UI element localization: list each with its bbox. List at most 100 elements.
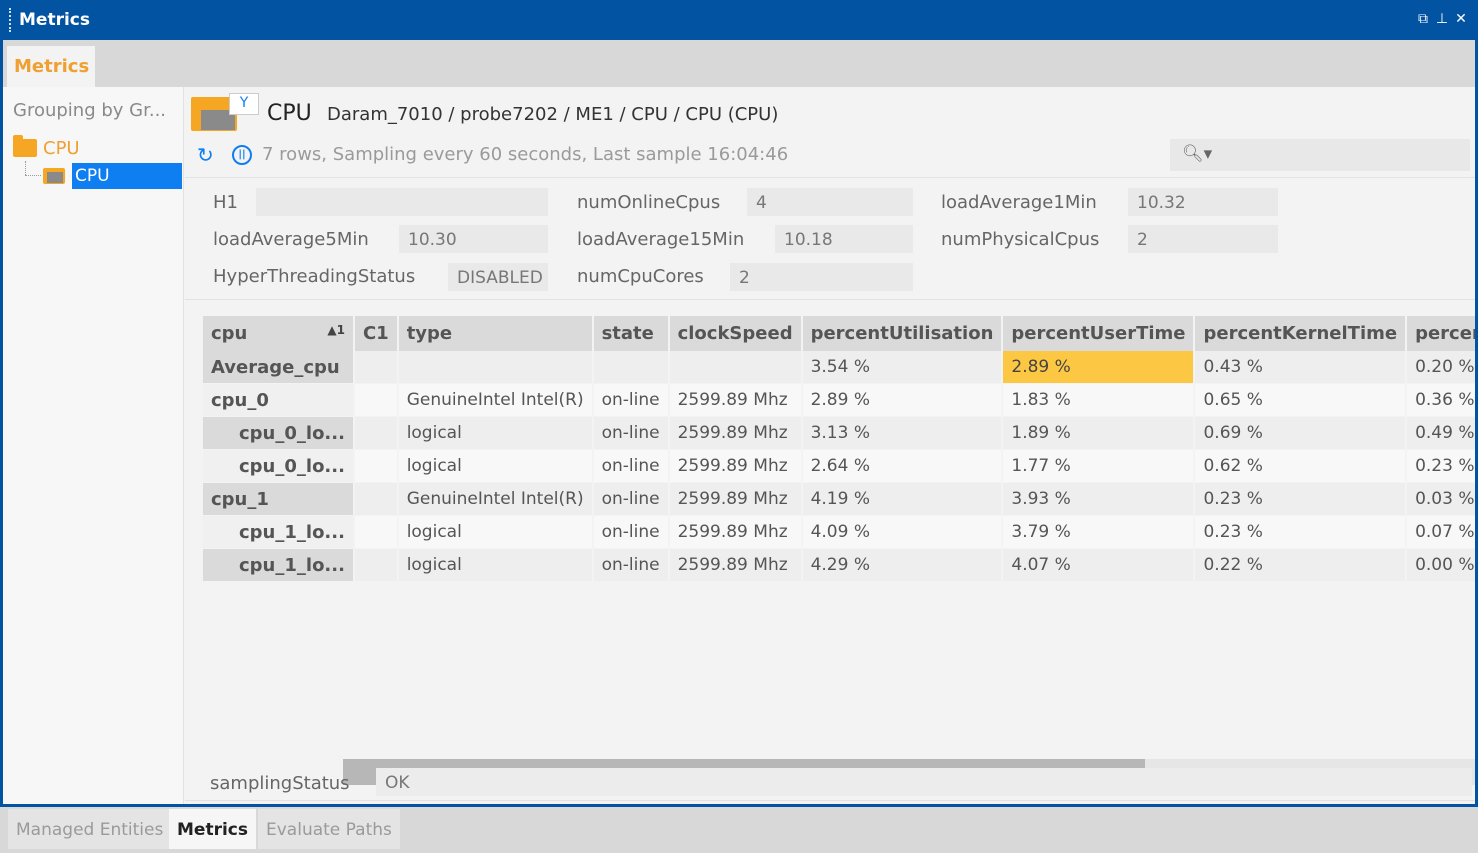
table-cell-highlighted[interactable]: 2.89 % bbox=[1003, 351, 1196, 384]
row-header[interactable]: cpu_0_lo... bbox=[203, 417, 355, 450]
table-cell[interactable]: 0.23 % bbox=[1407, 450, 1475, 483]
table-cell[interactable]: 2599.89 Mhz bbox=[669, 516, 803, 549]
table-cell[interactable]: logical bbox=[398, 450, 594, 483]
table-cell[interactable]: 0.23 % bbox=[1195, 483, 1408, 516]
table-cell[interactable]: on-line bbox=[593, 384, 670, 417]
table-row[interactable]: cpu_0_lo... logical on-line 2599.89 Mhz … bbox=[203, 417, 1475, 450]
table-cell[interactable] bbox=[354, 351, 399, 384]
column-header-percentKernelTime[interactable]: percentKernelTime bbox=[1195, 316, 1408, 351]
table-cell[interactable]: 0.03 % bbox=[1407, 483, 1475, 516]
table-cell[interactable]: 1.83 % bbox=[1003, 384, 1196, 417]
column-header-type[interactable]: type bbox=[398, 316, 594, 351]
table-cell[interactable]: 0.07 % bbox=[1407, 516, 1475, 549]
table-cell[interactable]: 2599.89 Mhz bbox=[669, 549, 803, 582]
column-header-state[interactable]: state bbox=[593, 316, 670, 351]
column-header-c1[interactable]: C1 bbox=[354, 316, 399, 351]
table-cell[interactable]: on-line bbox=[593, 483, 670, 516]
window-title: Metrics bbox=[19, 10, 90, 30]
table-cell[interactable]: GenuineIntel Intel(R) bbox=[398, 384, 594, 417]
table-cell[interactable]: logical bbox=[398, 516, 594, 549]
table-cell[interactable]: 0.43 % bbox=[1195, 351, 1408, 384]
table-cell[interactable]: 0.20 % bbox=[1407, 351, 1475, 384]
table-cell[interactable]: 3.93 % bbox=[1003, 483, 1196, 516]
table-cell[interactable]: 2599.89 Mhz bbox=[669, 450, 803, 483]
table-cell[interactable] bbox=[354, 417, 399, 450]
pause-icon[interactable]: || bbox=[232, 145, 252, 165]
table-row[interactable]: cpu_1_lo... logical on-line 2599.89 Mhz … bbox=[203, 549, 1475, 582]
table-row[interactable]: cpu_1_lo... logical on-line 2599.89 Mhz … bbox=[203, 516, 1475, 549]
row-header[interactable]: Average_cpu bbox=[203, 351, 355, 384]
table-cell[interactable]: 2.64 % bbox=[802, 450, 1004, 483]
refresh-icon[interactable]: ↻ bbox=[197, 145, 217, 165]
table-cell[interactable] bbox=[354, 384, 399, 417]
table-cell[interactable]: logical bbox=[398, 417, 594, 450]
table-cell[interactable] bbox=[354, 516, 399, 549]
table-cell[interactable]: GenuineIntel Intel(R) bbox=[398, 483, 594, 516]
tab-managed-entities[interactable]: Managed Entities bbox=[8, 809, 172, 849]
row-header[interactable]: cpu_1 bbox=[203, 483, 355, 516]
table-cell[interactable]: 4.19 % bbox=[802, 483, 1004, 516]
tab-metrics[interactable]: Metrics bbox=[7, 46, 95, 87]
field-label-numCpuCores: numCpuCores bbox=[577, 266, 704, 287]
table-cell[interactable]: 1.89 % bbox=[1003, 417, 1196, 450]
table-cell[interactable]: on-line bbox=[593, 417, 670, 450]
table-cell[interactable]: 0.22 % bbox=[1195, 549, 1408, 582]
tab-metrics-bottom[interactable]: Metrics bbox=[169, 809, 256, 849]
table-cell[interactable]: 0.00 % bbox=[1407, 549, 1475, 582]
table-cell[interactable]: 3.13 % bbox=[802, 417, 1004, 450]
table-cell[interactable]: 2599.89 Mhz bbox=[669, 417, 803, 450]
row-header[interactable]: cpu_0_lo... bbox=[203, 450, 355, 483]
table-cell[interactable]: on-line bbox=[593, 516, 670, 549]
table-cell[interactable]: 2.89 % bbox=[802, 384, 1004, 417]
page-title: CPU bbox=[267, 101, 312, 126]
grouping-label[interactable]: Grouping by Gr... bbox=[13, 100, 166, 121]
table-cell[interactable] bbox=[354, 483, 399, 516]
table-cell[interactable]: 0.65 % bbox=[1195, 384, 1408, 417]
restore-icon[interactable]: ⧉ bbox=[1416, 10, 1430, 28]
tree-node-cpu[interactable]: CPU bbox=[13, 135, 80, 161]
tab-evaluate-paths[interactable]: Evaluate Paths bbox=[258, 809, 400, 849]
row-header[interactable]: cpu_0 bbox=[203, 384, 355, 417]
table-cell[interactable] bbox=[354, 549, 399, 582]
column-header-percentUtilisation[interactable]: percentUtilisation bbox=[802, 316, 1004, 351]
drag-grip-icon[interactable] bbox=[9, 8, 13, 32]
table-cell[interactable]: logical bbox=[398, 549, 594, 582]
table-cell[interactable]: 4.29 % bbox=[802, 549, 1004, 582]
search-input[interactable]: 🔍︎▾ bbox=[1170, 139, 1470, 171]
table-cell[interactable]: 0.36 % bbox=[1407, 384, 1475, 417]
table-row[interactable]: cpu_0_lo... logical on-line 2599.89 Mhz … bbox=[203, 450, 1475, 483]
table-cell[interactable]: 3.79 % bbox=[1003, 516, 1196, 549]
pin-icon[interactable]: ⊥ bbox=[1435, 10, 1449, 28]
table-cell[interactable]: 3.54 % bbox=[802, 351, 1004, 384]
tree-node-selected-label[interactable]: CPU bbox=[72, 163, 182, 189]
table-cell[interactable]: on-line bbox=[593, 450, 670, 483]
table-cell[interactable] bbox=[669, 351, 803, 384]
row-header[interactable]: cpu_1_lo... bbox=[203, 549, 355, 582]
column-header-percentWait[interactable]: percentWai bbox=[1407, 316, 1475, 351]
table-cell[interactable]: 0.49 % bbox=[1407, 417, 1475, 450]
table-cell[interactable] bbox=[354, 450, 399, 483]
table-cell[interactable]: 0.62 % bbox=[1195, 450, 1408, 483]
close-icon[interactable]: ✕ bbox=[1454, 10, 1468, 28]
table-cell[interactable]: 2599.89 Mhz bbox=[669, 483, 803, 516]
metrics-panel: Metrics Grouping by Gr... CPU CPU Y CPU … bbox=[0, 40, 1478, 807]
table-cell[interactable]: on-line bbox=[593, 549, 670, 582]
table-row[interactable]: Average_cpu 3.54 % 2.89 % 0.43 % 0.20 % bbox=[203, 351, 1475, 384]
filter-icon[interactable]: Y bbox=[229, 93, 259, 115]
tree-node-cpu-child[interactable]: CPU bbox=[43, 162, 182, 190]
table-header-row: cpu ▲1 C1 type state clockSpeed percentUt… bbox=[203, 316, 1475, 351]
table-cell[interactable]: 4.07 % bbox=[1003, 549, 1196, 582]
table-cell[interactable]: 2599.89 Mhz bbox=[669, 384, 803, 417]
table-cell[interactable] bbox=[593, 351, 670, 384]
table-cell[interactable]: 0.23 % bbox=[1195, 516, 1408, 549]
row-header[interactable]: cpu_1_lo... bbox=[203, 516, 355, 549]
column-header-percentUserTime[interactable]: percentUserTime bbox=[1003, 316, 1196, 351]
table-row[interactable]: cpu_0 GenuineIntel Intel(R) on-line 2599… bbox=[203, 384, 1475, 417]
table-cell[interactable]: 4.09 % bbox=[802, 516, 1004, 549]
table-cell[interactable] bbox=[398, 351, 594, 384]
table-cell[interactable]: 0.69 % bbox=[1195, 417, 1408, 450]
column-header-cpu[interactable]: cpu ▲1 bbox=[203, 316, 355, 351]
table-row[interactable]: cpu_1 GenuineIntel Intel(R) on-line 2599… bbox=[203, 483, 1475, 516]
table-cell[interactable]: 1.77 % bbox=[1003, 450, 1196, 483]
column-header-clockSpeed[interactable]: clockSpeed bbox=[669, 316, 803, 351]
